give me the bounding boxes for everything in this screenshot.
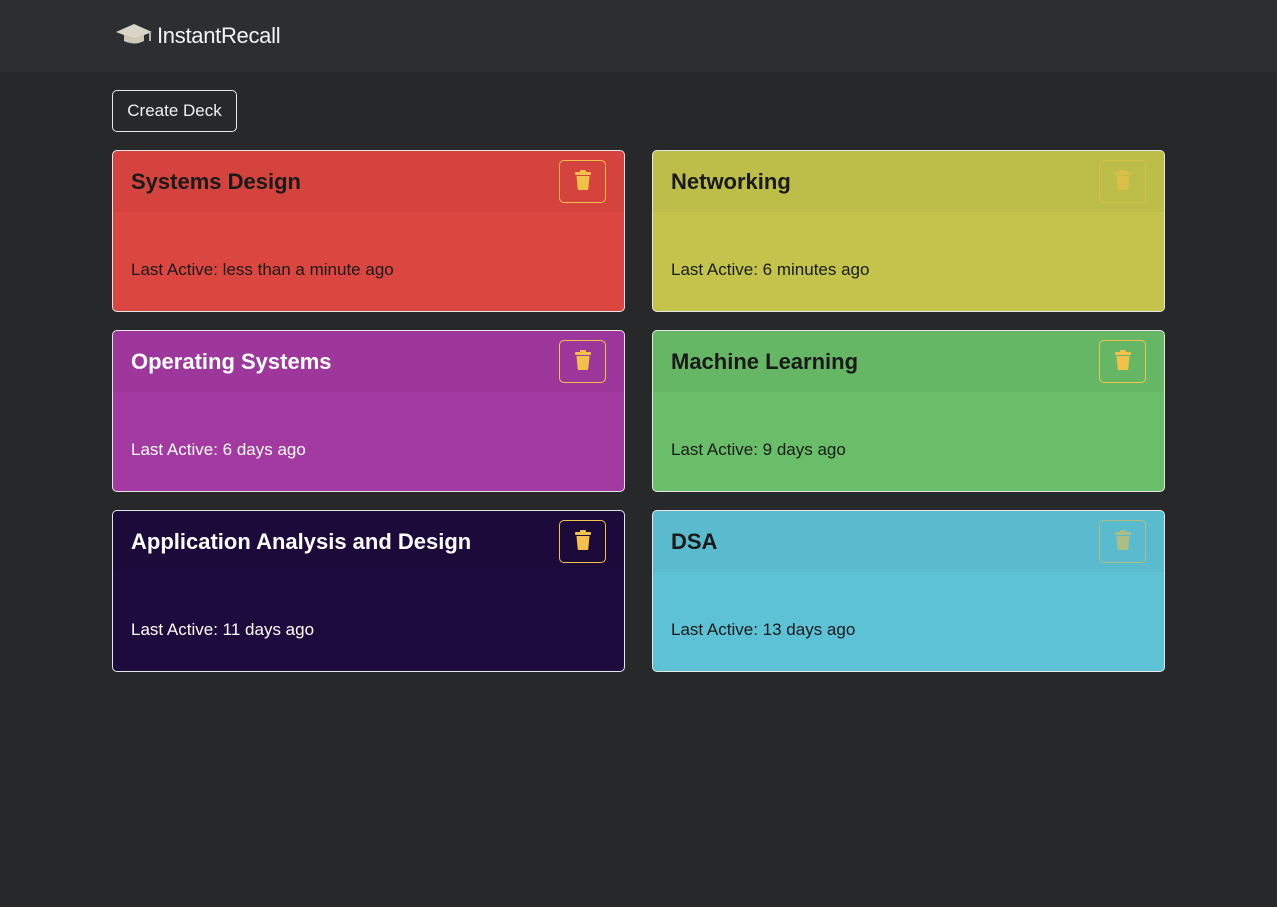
deck-card-dsa[interactable]: DSA Last Active: 13 days ago — [652, 510, 1165, 672]
trash-icon — [1114, 530, 1132, 553]
delete-deck-button[interactable] — [1099, 520, 1146, 563]
deck-title: Systems Design — [131, 169, 301, 194]
trash-icon — [1114, 350, 1132, 373]
brand-link[interactable]: InstantRecall — [115, 22, 281, 51]
delete-deck-button[interactable] — [559, 340, 606, 383]
delete-deck-button[interactable] — [1099, 340, 1146, 383]
last-active-value: 11 days ago — [222, 620, 315, 639]
last-active-value: 9 days ago — [762, 440, 846, 459]
deck-header — [653, 511, 1164, 572]
deck-card-machine-learning[interactable]: Machine Learning Last Active: 9 days ago — [652, 330, 1165, 492]
deck-title: DSA — [671, 529, 718, 554]
deck-card-networking[interactable]: Networking Last Active: 6 minutes ago — [652, 150, 1165, 312]
deck-title: Networking — [671, 169, 791, 194]
trash-icon — [574, 170, 592, 193]
deck-title: Machine Learning — [671, 349, 859, 374]
deck-card-systems-design[interactable]: Systems Design Last Active: less than a … — [112, 150, 625, 312]
last-active-label: Last Active: — [671, 260, 763, 279]
last-active-text: Last Active: 13 days ago — [671, 620, 855, 640]
last-active-label: Last Active: — [131, 440, 223, 459]
trash-icon — [574, 350, 592, 373]
last-active-label: Last Active: — [131, 260, 223, 279]
last-active-value: 6 minutes ago — [762, 260, 870, 279]
last-active-text: Last Active: 9 days ago — [671, 440, 846, 460]
graduation-cap-icon — [115, 22, 153, 51]
deck-title: Application Analysis and Design — [131, 529, 472, 554]
deck-title: Operating Systems — [131, 349, 332, 374]
last-active-text: Last Active: less than a minute ago — [131, 260, 394, 280]
last-active-label: Last Active: — [671, 440, 763, 459]
delete-deck-button[interactable] — [559, 520, 606, 563]
delete-deck-button[interactable] — [559, 160, 606, 203]
deck-card-operating-systems[interactable]: Operating Systems Last Active: 6 days ag… — [112, 330, 625, 492]
last-active-value: 6 days ago — [222, 440, 306, 459]
last-active-text: Last Active: 6 days ago — [131, 440, 306, 460]
last-active-label: Last Active: — [131, 620, 223, 639]
last-active-text: Last Active: 6 minutes ago — [671, 260, 869, 280]
create-deck-button[interactable]: Create Deck — [112, 90, 237, 132]
last-active-label: Last Active: — [671, 620, 763, 639]
trash-icon — [1114, 170, 1132, 193]
trash-icon — [574, 530, 592, 553]
brand-name: InstantRecall — [157, 23, 281, 48]
last-active-value: less than a minute ago — [222, 260, 394, 279]
last-active-value: 13 days ago — [762, 620, 856, 639]
delete-deck-button[interactable] — [1099, 160, 1146, 203]
last-active-text: Last Active: 11 days ago — [131, 620, 314, 640]
deck-card-application-analysis-and-design[interactable]: Application Analysis and Design Last Act… — [112, 510, 625, 672]
top-navbar: InstantRecall — [0, 0, 1277, 72]
